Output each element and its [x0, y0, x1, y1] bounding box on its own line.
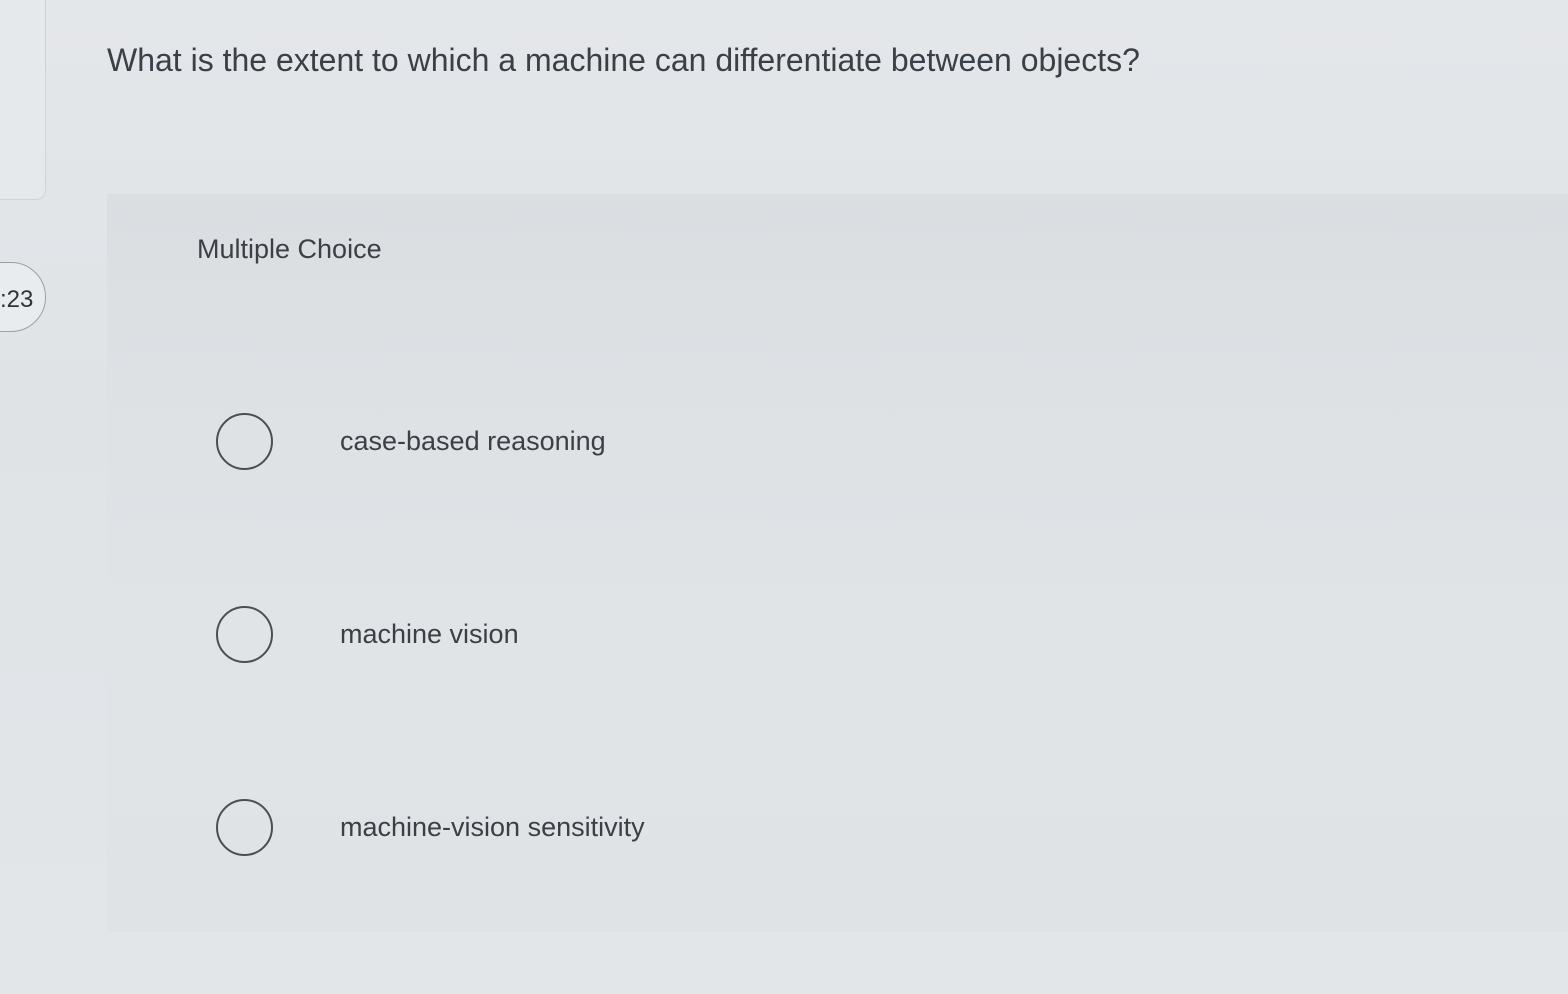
answer-option-label[interactable]: machine vision	[340, 617, 519, 651]
answer-option-label[interactable]: case-based reasoning	[340, 424, 606, 458]
question-type-label: Multiple Choice	[197, 234, 382, 264]
question-text: What is the extent to which a machine ca…	[107, 42, 1140, 78]
answer-option[interactable]: case-based reasoning	[107, 398, 1568, 488]
radio-button[interactable]	[216, 606, 273, 663]
radio-button[interactable]	[216, 413, 273, 470]
answer-option[interactable]: machine-vision sensitivity	[107, 784, 1568, 874]
side-panel-edge	[0, 0, 46, 200]
answer-option[interactable]: machine vision	[107, 591, 1568, 681]
radio-button[interactable]	[216, 799, 273, 856]
question-number: :23	[0, 286, 34, 313]
answer-option-label[interactable]: machine-vision sensitivity	[340, 810, 645, 844]
